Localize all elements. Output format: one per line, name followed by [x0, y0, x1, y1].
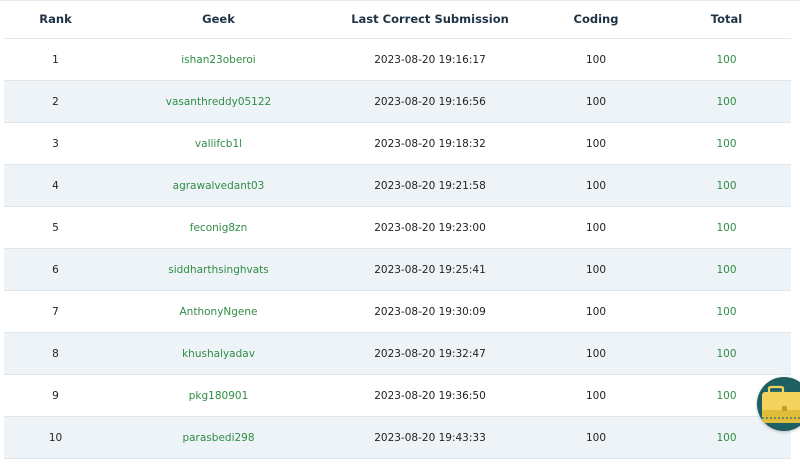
leaderboard-page: Rank Geek Last Correct Submission Coding…	[0, 0, 800, 466]
coding-cell: 100	[530, 38, 662, 81]
submission-cell: 2023-08-20 19:23:00	[330, 206, 530, 249]
submission-cell: 2023-08-20 19:30:09	[330, 290, 530, 333]
rank-cell: 9	[4, 374, 107, 417]
submission-cell: 2023-08-20 19:25:41	[330, 248, 530, 291]
geek-cell: vasanthreddy05122	[107, 80, 330, 123]
submission-cell: 2023-08-20 19:36:50	[330, 374, 530, 417]
leaderboard-table: Rank Geek Last Correct Submission Coding…	[4, 0, 791, 459]
geek-link[interactable]: pkg180901	[189, 390, 249, 402]
table-row: 8 khushalyadav 2023-08-20 19:32:47 100 1…	[4, 332, 791, 375]
geek-cell: pkg180901	[107, 374, 330, 417]
submission-cell: 2023-08-20 19:16:56	[330, 80, 530, 123]
rank-cell: 7	[4, 290, 107, 333]
table-body: 1 ishan23oberoi 2023-08-20 19:16:17 100 …	[4, 38, 791, 459]
geek-link[interactable]: parasbedi298	[182, 432, 254, 444]
coding-cell: 100	[530, 122, 662, 165]
geek-link[interactable]: siddharthsinghvats	[168, 264, 269, 276]
coding-cell: 100	[530, 164, 662, 207]
geek-cell: agrawalvedant03	[107, 164, 330, 207]
geek-cell: khushalyadav	[107, 332, 330, 375]
total-cell: 100	[662, 248, 791, 291]
geek-link[interactable]: ishan23oberoi	[181, 54, 255, 66]
coding-cell: 100	[530, 374, 662, 417]
total-cell: 100	[662, 122, 791, 165]
coding-cell: 100	[530, 416, 662, 459]
table-row: 7 AnthonyNgene 2023-08-20 19:30:09 100 1…	[4, 290, 791, 333]
briefcase-icon	[762, 385, 800, 423]
geek-link[interactable]: vasanthreddy05122	[166, 96, 271, 108]
total-cell: 100	[662, 164, 791, 207]
rank-cell: 4	[4, 164, 107, 207]
geek-cell: siddharthsinghvats	[107, 248, 330, 291]
geek-link[interactable]: vallifcb1l	[195, 138, 242, 150]
table-row: 10 parasbedi298 2023-08-20 19:43:33 100 …	[4, 416, 791, 459]
table-row: 3 vallifcb1l 2023-08-20 19:18:32 100 100	[4, 122, 791, 165]
geek-link[interactable]: AnthonyNgene	[180, 306, 258, 318]
rank-cell: 2	[4, 80, 107, 123]
coding-cell: 100	[530, 290, 662, 333]
total-cell: 100	[662, 38, 791, 81]
submission-cell: 2023-08-20 19:21:58	[330, 164, 530, 207]
table-header: Rank Geek Last Correct Submission Coding…	[4, 0, 791, 39]
geek-cell: parasbedi298	[107, 416, 330, 459]
geek-link[interactable]: khushalyadav	[182, 348, 255, 360]
table-row: 5 feconig8zn 2023-08-20 19:23:00 100 100	[4, 206, 791, 249]
geek-cell: feconig8zn	[107, 206, 330, 249]
rank-cell: 8	[4, 332, 107, 375]
rank-cell: 10	[4, 416, 107, 459]
total-cell: 100	[662, 332, 791, 375]
total-cell: 100	[662, 80, 791, 123]
coding-cell: 100	[530, 248, 662, 291]
header-coding: Coding	[530, 0, 662, 39]
coding-cell: 100	[530, 332, 662, 375]
coding-cell: 100	[530, 206, 662, 249]
geek-cell: vallifcb1l	[107, 122, 330, 165]
header-geek: Geek	[107, 0, 330, 39]
rank-cell: 3	[4, 122, 107, 165]
table-row: 6 siddharthsinghvats 2023-08-20 19:25:41…	[4, 248, 791, 291]
header-total: Total	[662, 0, 791, 39]
coding-cell: 100	[530, 80, 662, 123]
submission-cell: 2023-08-20 19:43:33	[330, 416, 530, 459]
table-row: 9 pkg180901 2023-08-20 19:36:50 100 100	[4, 374, 791, 417]
header-last-submission: Last Correct Submission	[330, 0, 530, 39]
geek-cell: AnthonyNgene	[107, 290, 330, 333]
table-row: 4 agrawalvedant03 2023-08-20 19:21:58 10…	[4, 164, 791, 207]
geek-link[interactable]: feconig8zn	[190, 222, 247, 234]
rank-cell: 5	[4, 206, 107, 249]
submission-cell: 2023-08-20 19:18:32	[330, 122, 530, 165]
submission-cell: 2023-08-20 19:32:47	[330, 332, 530, 375]
total-cell: 100	[662, 290, 791, 333]
header-row: Rank Geek Last Correct Submission Coding…	[4, 0, 791, 39]
submission-cell: 2023-08-20 19:16:17	[330, 38, 530, 81]
header-rank: Rank	[4, 0, 107, 39]
total-cell: 100	[662, 206, 791, 249]
table-row: 2 vasanthreddy05122 2023-08-20 19:16:56 …	[4, 80, 791, 123]
geek-link[interactable]: agrawalvedant03	[173, 180, 265, 192]
rank-cell: 6	[4, 248, 107, 291]
job-widget-button[interactable]	[757, 377, 800, 431]
rank-cell: 1	[4, 38, 107, 81]
table-row: 1 ishan23oberoi 2023-08-20 19:16:17 100 …	[4, 38, 791, 81]
geek-cell: ishan23oberoi	[107, 38, 330, 81]
